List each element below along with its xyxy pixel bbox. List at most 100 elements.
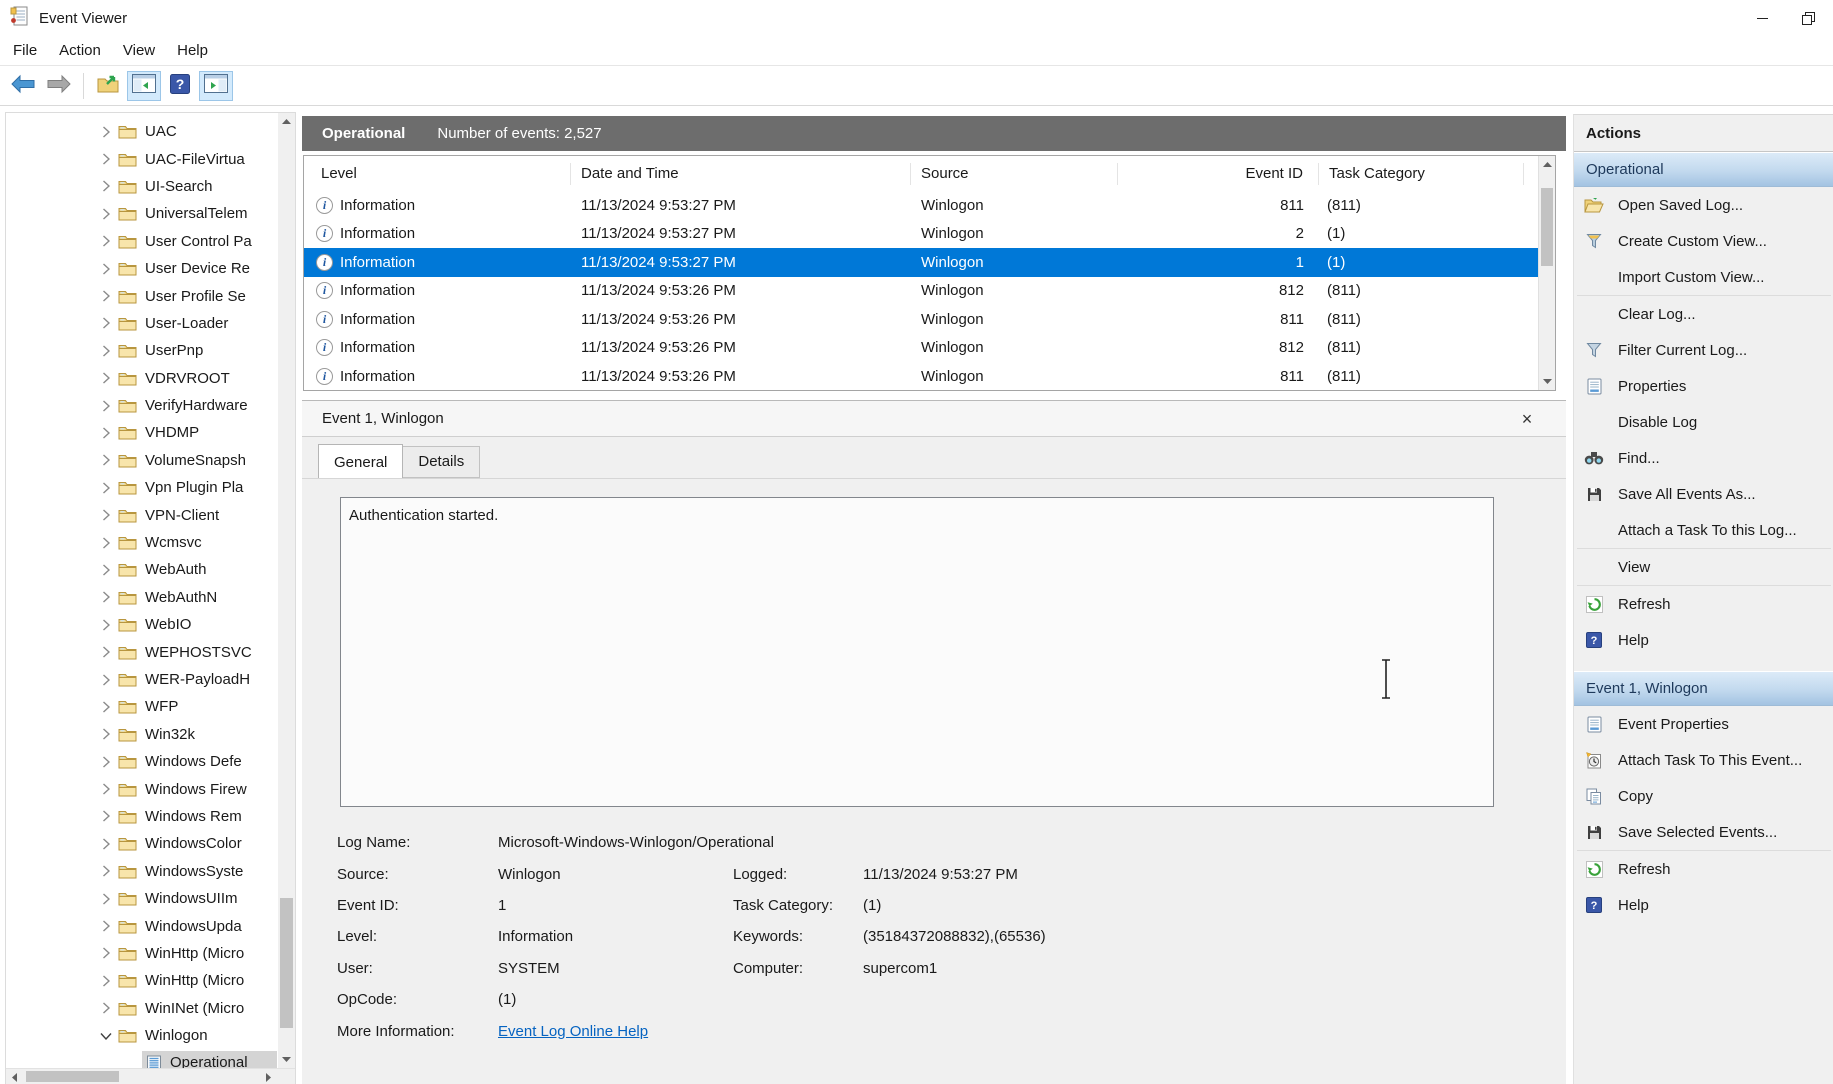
tree-item-wininet-micro[interactable]: WinINet (Micro [6,995,277,1022]
chevron-right-icon[interactable] [98,619,114,631]
table-row[interactable]: iInformation11/13/2024 9:53:27 PMWinlogo… [304,191,1538,220]
export-button[interactable] [91,71,125,101]
table-scroll-thumb[interactable] [1541,188,1553,266]
tree-item-universaltelem[interactable]: UniversalTelem [6,200,277,227]
action-help[interactable]: ?Help [1574,622,1833,658]
tree-item-operational[interactable]: Operational [6,1049,277,1068]
tree-item-vhdmp[interactable]: VHDMP [6,419,277,446]
action-save-selected-events[interactable]: Save Selected Events... [1574,814,1833,850]
chevron-right-icon[interactable] [98,591,114,603]
chevron-right-icon[interactable] [98,400,114,412]
restore-button[interactable] [1785,0,1831,36]
tree-item-vpn-plugin-pla[interactable]: Vpn Plugin Pla [6,474,277,501]
tree-item-winhttp-micro[interactable]: WinHttp (Micro [6,940,277,967]
chevron-down-icon[interactable] [98,1032,114,1040]
chevron-right-icon[interactable] [98,126,114,138]
scroll-up-icon[interactable] [278,113,295,130]
chevron-right-icon[interactable] [98,728,114,740]
table-row[interactable]: iInformation11/13/2024 9:53:27 PMWinlogo… [304,248,1538,277]
action-import-custom-view[interactable]: Import Custom View... [1574,259,1833,295]
close-icon[interactable]: × [1516,409,1538,430]
tree-scroll-thumb[interactable] [280,898,293,1028]
action-view[interactable]: View [1574,549,1833,585]
minimize-button[interactable] [1739,0,1785,36]
tree-item-verifyhardware[interactable]: VerifyHardware [6,392,277,419]
action-attach-a-task-to-this-log[interactable]: Attach a Task To this Log... [1574,512,1833,548]
tree-item-wcmsvc[interactable]: Wcmsvc [6,529,277,556]
action-pane-toggle-button[interactable] [199,71,233,101]
tree-item-wer-payloadh[interactable]: WER-PayloadH [6,666,277,693]
column-header-date-time[interactable]: Date and Time [571,163,911,185]
scroll-down-icon[interactable] [278,1051,295,1068]
tree-horizontal-scrollbar[interactable] [6,1068,295,1084]
chevron-right-icon[interactable] [98,783,114,795]
table-row[interactable]: iInformation11/13/2024 9:53:26 PMWinlogo… [304,334,1538,363]
tree-item-windows-rem[interactable]: Windows Rem [6,803,277,830]
column-header-level[interactable]: Level [304,163,571,185]
tree-item-user-profile-se[interactable]: User Profile Se [6,282,277,309]
chevron-right-icon[interactable] [98,1002,114,1014]
action-save-all-events-as[interactable]: Save All Events As... [1574,476,1833,512]
column-header-source[interactable]: Source [911,163,1118,185]
chevron-right-icon[interactable] [98,838,114,850]
chevron-right-icon[interactable] [98,810,114,822]
action-copy[interactable]: Copy [1574,778,1833,814]
action-event-properties[interactable]: Event Properties [1574,706,1833,742]
help-toolbar-button[interactable]: ? [163,71,197,101]
menu-file[interactable]: File [2,38,48,63]
tree-item-webauth[interactable]: WebAuth [6,556,277,583]
chevron-right-icon[interactable] [98,153,114,165]
tree-item-userpnp[interactable]: UserPnp [6,337,277,364]
tree-item-uac[interactable]: UAC [6,118,277,145]
action-attach-task-to-this-event[interactable]: Attach Task To This Event... [1574,742,1833,778]
scroll-right-icon[interactable] [260,1069,277,1084]
tree-item-wephostsvc[interactable]: WEPHOSTSVC [6,638,277,665]
chevron-right-icon[interactable] [98,454,114,466]
action-refresh[interactable]: Refresh [1574,586,1833,622]
column-header-task-category[interactable]: Task Category [1319,163,1524,185]
menu-view[interactable]: View [112,38,166,63]
chevron-right-icon[interactable] [98,947,114,959]
action-help[interactable]: ?Help [1574,887,1833,923]
action-find[interactable]: Find... [1574,440,1833,476]
tree-item-uac-filevirtua[interactable]: UAC-FileVirtua [6,145,277,172]
tree-item-webauthn[interactable]: WebAuthN [6,584,277,611]
table-vertical-scrollbar[interactable] [1538,156,1555,390]
action-disable-log[interactable]: Disable Log [1574,404,1833,440]
action-properties[interactable]: Properties [1574,368,1833,404]
tree-item-wfp[interactable]: WFP [6,693,277,720]
chevron-right-icon[interactable] [98,180,114,192]
tree-item-windowsuiim[interactable]: WindowsUIIm [6,885,277,912]
console-tree-toggle-button[interactable] [127,71,161,101]
chevron-right-icon[interactable] [98,509,114,521]
action-refresh[interactable]: Refresh [1574,851,1833,887]
chevron-right-icon[interactable] [98,920,114,932]
tab-details[interactable]: Details [403,446,480,478]
chevron-right-icon[interactable] [98,975,114,987]
chevron-right-icon[interactable] [98,537,114,549]
event-message-box[interactable]: Authentication started. [340,497,1494,807]
chevron-right-icon[interactable] [98,345,114,357]
scroll-down-icon[interactable] [1539,373,1556,390]
tree-item-user-loader[interactable]: User-Loader [6,310,277,337]
tree-item-win32k[interactable]: Win32k [6,721,277,748]
tree-item-volumesnapsh[interactable]: VolumeSnapsh [6,447,277,474]
chevron-right-icon[interactable] [98,701,114,713]
chevron-right-icon[interactable] [98,674,114,686]
tree-vertical-scrollbar[interactable] [278,113,295,1068]
chevron-right-icon[interactable] [98,263,114,275]
actions-section-header-event-1-winlogon[interactable]: Event 1, Winlogon [1574,671,1833,706]
tree-item-windows-firew[interactable]: Windows Firew [6,775,277,802]
tree-item-user-device-re[interactable]: User Device Re [6,255,277,282]
tree-item-windowssyste[interactable]: WindowsSyste [6,858,277,885]
back-button[interactable] [6,71,40,101]
column-header-event-id[interactable]: Event ID [1118,163,1319,185]
action-clear-log[interactable]: Clear Log... [1574,296,1833,332]
event-log-online-help-link[interactable]: Event Log Online Help [498,1023,648,1040]
tree-item-windows-defe[interactable]: Windows Defe [6,748,277,775]
chevron-right-icon[interactable] [98,893,114,905]
tree-item-ui-search[interactable]: UI-Search [6,173,277,200]
tree-item-vpn-client[interactable]: VPN-Client [6,501,277,528]
menu-action[interactable]: Action [48,38,112,63]
actions-section-header-operational[interactable]: Operational [1574,152,1833,187]
